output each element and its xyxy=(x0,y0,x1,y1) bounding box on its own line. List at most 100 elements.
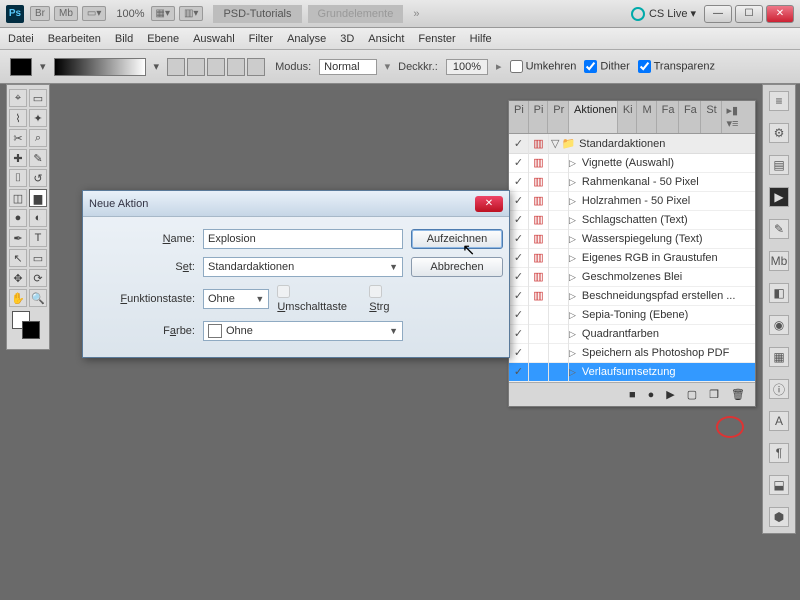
panel-tab-8[interactable]: St xyxy=(701,101,721,133)
action-row[interactable]: ✓▷Speichern als Photoshop PDF xyxy=(509,344,755,363)
screen-mode-button[interactable]: ▭▾ xyxy=(82,6,106,21)
name-input[interactable] xyxy=(203,229,403,249)
gradient-picker[interactable] xyxy=(54,58,146,76)
marquee-tool[interactable]: ▭ xyxy=(29,89,47,107)
path-tool[interactable]: ↖ xyxy=(9,249,27,267)
workspace-tab-psd[interactable]: PSD-Tutorials xyxy=(213,5,301,23)
menu-ebene[interactable]: Ebene xyxy=(147,33,179,45)
eraser-tool[interactable]: ◫ xyxy=(9,189,27,207)
history-brush-tool[interactable]: ↺ xyxy=(29,169,47,187)
action-row[interactable]: ✓▷Quadrantfarben xyxy=(509,325,755,344)
info-panel-icon[interactable]: ⓘ xyxy=(769,379,789,399)
close-button[interactable]: ✕ xyxy=(766,5,794,23)
action-row[interactable]: ✓▥▷Vignette (Auswahl) xyxy=(509,154,755,173)
new-action-icon[interactable]: ❐ xyxy=(709,388,719,401)
para-panel-icon[interactable]: ¶ xyxy=(769,443,789,463)
lasso-tool[interactable]: ⌇ xyxy=(9,109,27,127)
action-row[interactable]: ✓▥▷Beschneidungspfad erstellen ... xyxy=(509,287,755,306)
panel-tab-1[interactable]: Pi xyxy=(529,101,549,133)
adjust-panel-icon[interactable]: ⚙ xyxy=(769,123,789,143)
action-row[interactable]: ✓▥▷Schlagschatten (Text) xyxy=(509,211,755,230)
menu-bearbeiten[interactable]: Bearbeiten xyxy=(48,33,101,45)
zoom-tool[interactable]: 🔍 xyxy=(29,289,47,307)
gradient-angle[interactable] xyxy=(207,58,225,76)
record-icon[interactable]: ● xyxy=(648,389,655,401)
panel-tab-0[interactable]: Pi xyxy=(509,101,529,133)
type-tool[interactable]: T xyxy=(29,229,47,247)
actions-folder-row[interactable]: ✓▥ ▽📁 Standardaktionen xyxy=(509,134,755,154)
menu-filter[interactable]: Filter xyxy=(249,33,273,45)
gradient-linear[interactable] xyxy=(167,58,185,76)
panel-menu-icon[interactable]: ▸▮ ▾≡ xyxy=(722,101,755,133)
move-tool[interactable]: ⌖ xyxy=(9,89,27,107)
crop-tool[interactable]: ✂ xyxy=(9,129,27,147)
gradient-reflected[interactable] xyxy=(227,58,245,76)
history-panel-icon[interactable]: ≡ xyxy=(769,91,789,111)
gradient-radial[interactable] xyxy=(187,58,205,76)
dither-check[interactable]: Dither xyxy=(584,60,629,73)
panel-tab-6[interactable]: Fa xyxy=(657,101,679,133)
action-row[interactable]: ✓▥▷Holzrahmen - 50 Pixel xyxy=(509,192,755,211)
menu-ansicht[interactable]: Ansicht xyxy=(368,33,404,45)
blur-tool[interactable]: ● xyxy=(9,209,27,227)
modus-select[interactable]: Normal xyxy=(319,59,376,75)
wand-tool[interactable]: ✦ xyxy=(29,109,47,127)
color-select[interactable]: Ohne▼ xyxy=(203,321,403,341)
new-set-icon[interactable]: ▢ xyxy=(687,388,697,401)
action-row[interactable]: ✓▷Verlaufsumsetzung xyxy=(509,363,755,382)
dialog-close-button[interactable]: ✕ xyxy=(475,196,503,212)
panel-tab-2[interactable]: Pr xyxy=(548,101,569,133)
action-row[interactable]: ✓▥▷Geschmolzenes Blei xyxy=(509,268,755,287)
panel-tab-4[interactable]: Ki xyxy=(618,101,638,133)
3d-panel-icon[interactable]: ⬢ xyxy=(769,507,789,527)
color-panel-icon[interactable]: ◉ xyxy=(769,315,789,335)
arrange-button[interactable]: ▦▾ xyxy=(151,6,175,21)
delete-icon[interactable]: 🗑 xyxy=(731,388,745,401)
minibridge-button[interactable]: Mb xyxy=(54,6,78,21)
mb-panel-icon[interactable]: Mb xyxy=(769,251,789,271)
shape-tool[interactable]: ▭ xyxy=(29,249,47,267)
transparenz-check[interactable]: Transparenz xyxy=(638,60,715,73)
eyedropper-tool[interactable]: ⌕ xyxy=(29,129,47,147)
char-panel-icon[interactable]: A xyxy=(769,411,789,431)
menu-fenster[interactable]: Fenster xyxy=(418,33,455,45)
gradient-diamond[interactable] xyxy=(247,58,265,76)
play-icon[interactable]: ▶ xyxy=(666,388,674,401)
menu-3d[interactable]: 3D xyxy=(340,33,354,45)
styles-panel-icon[interactable]: ⬓ xyxy=(769,475,789,495)
color-swatches[interactable] xyxy=(9,311,47,345)
menu-bild[interactable]: Bild xyxy=(115,33,133,45)
layers-panel-icon[interactable]: ▤ xyxy=(769,155,789,175)
menu-datei[interactable]: Datei xyxy=(8,33,34,45)
pen-tool[interactable]: ✒ xyxy=(9,229,27,247)
stamp-tool[interactable]: ⌷ xyxy=(9,169,27,187)
stop-recording-icon[interactable]: ■ xyxy=(629,389,636,401)
hand-tool[interactable]: ✋ xyxy=(9,289,27,307)
actions-panel-icon[interactable]: ▶ xyxy=(769,187,789,207)
gradient-tool-preset[interactable] xyxy=(10,58,32,76)
menu-auswahl[interactable]: Auswahl xyxy=(193,33,235,45)
brush-tool[interactable]: ✎ xyxy=(29,149,47,167)
action-row[interactable]: ✓▥▷Eigenes RGB in Graustufen xyxy=(509,249,755,268)
panel-tab-5[interactable]: M xyxy=(637,101,656,133)
fkey-select[interactable]: Ohne▼ xyxy=(203,289,269,309)
bridge-button[interactable]: Br xyxy=(30,6,50,21)
deckkr-input[interactable]: 100% xyxy=(446,59,488,75)
panel-tab-aktionen[interactable]: Aktionen xyxy=(569,101,618,133)
action-row[interactable]: ✓▥▷Wasserspiegelung (Text) xyxy=(509,230,755,249)
record-button[interactable]: Aufzeichnen xyxy=(411,229,503,249)
panel-tab-7[interactable]: Fa xyxy=(679,101,701,133)
background-color[interactable] xyxy=(22,321,40,339)
workspace-tab-grund[interactable]: Grundelemente xyxy=(308,5,404,23)
3d-tool[interactable]: ✥ xyxy=(9,269,27,287)
cancel-button[interactable]: Abbrechen xyxy=(411,257,503,277)
menu-analyse[interactable]: Analyse xyxy=(287,33,326,45)
brush-panel-icon[interactable]: ✎ xyxy=(769,219,789,239)
cs-live-button[interactable]: CS Live▾ xyxy=(631,7,696,21)
minimize-button[interactable]: — xyxy=(704,5,732,23)
extras-button[interactable]: ▥▾ xyxy=(179,6,203,21)
nav-panel-icon[interactable]: ▦ xyxy=(769,347,789,367)
umkehren-check[interactable]: Umkehren xyxy=(510,60,577,73)
camera-tool[interactable]: ⟳ xyxy=(29,269,47,287)
heal-tool[interactable]: ✚ xyxy=(9,149,27,167)
